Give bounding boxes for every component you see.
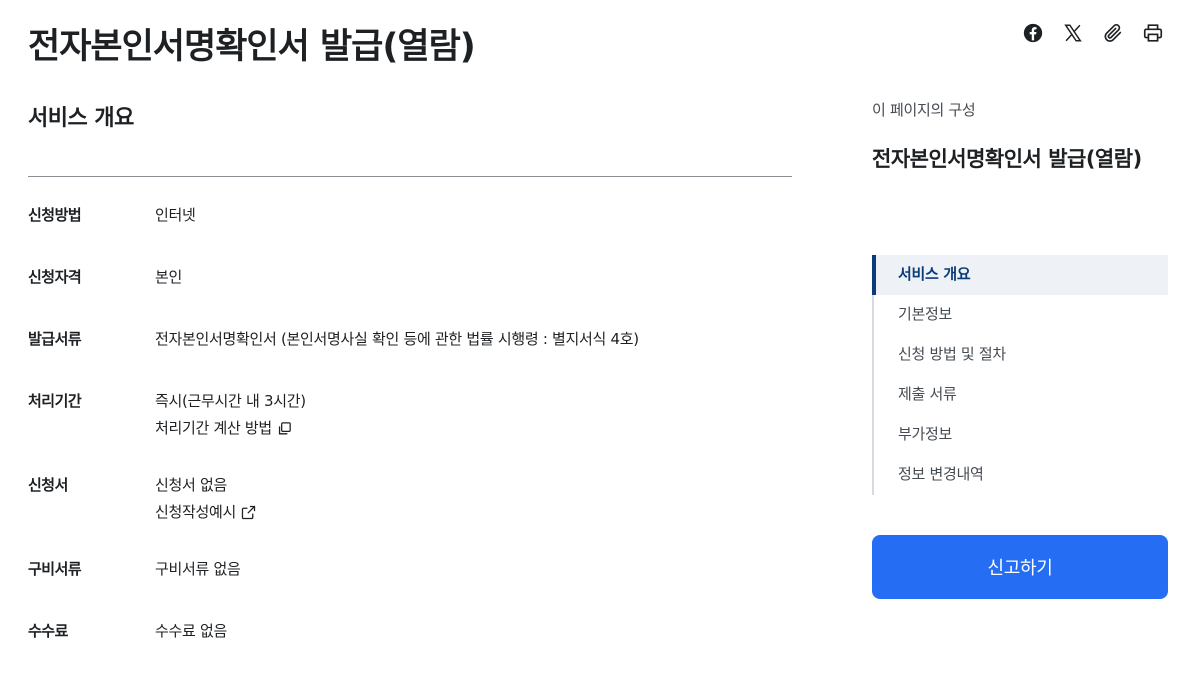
- share-toolbar: [1022, 20, 1164, 46]
- toc-item-application-procedure[interactable]: 신청 방법 및 절차: [874, 335, 1168, 375]
- paperclip-icon: [1104, 23, 1122, 42]
- service-overview-list: 신청방법 인터넷 신청자격 본인 발급서류 전자본인서명확인서 (본인서명사실 …: [28, 190, 792, 668]
- info-label: 구비서류: [28, 560, 82, 578]
- link-label: 처리기간 계산 방법: [155, 419, 272, 437]
- info-label: 발급서류: [28, 330, 82, 348]
- info-label: 신청방법: [28, 206, 82, 224]
- info-value: 수수료 없음: [155, 622, 227, 640]
- application-example-link[interactable]: 신청작성예시: [155, 502, 257, 522]
- section-title: 서비스 개요: [28, 106, 134, 131]
- print-button[interactable]: [1142, 20, 1164, 46]
- report-button[interactable]: 신고하기: [872, 535, 1168, 599]
- page-title: 전자본인서명확인서 발급(열람): [28, 27, 476, 67]
- copy-link-button[interactable]: [1102, 20, 1124, 46]
- toc-item-additional-info[interactable]: 부가정보: [874, 415, 1168, 455]
- info-row-required-documents: 구비서류 구비서류 없음: [28, 544, 792, 606]
- print-icon: [1143, 24, 1163, 42]
- toc-caption: 이 페이지의 구성: [872, 101, 976, 119]
- x-share-button[interactable]: [1062, 20, 1084, 46]
- toc-item-change-history[interactable]: 정보 변경내역: [874, 455, 1168, 495]
- info-value: 구비서류 없음: [155, 560, 241, 578]
- info-row-application-form: 신청서 신청서 없음 신청작성예시: [28, 460, 792, 544]
- info-label: 처리기간: [28, 392, 82, 410]
- toc-item-basic-info[interactable]: 기본정보: [874, 295, 1168, 335]
- info-value: 전자본인서명확인서 (본인서명사실 확인 등에 관한 법률 시행령 : 별지서식…: [155, 330, 639, 348]
- external-link-icon: [241, 505, 256, 519]
- info-row-method: 신청방법 인터넷: [28, 190, 792, 252]
- toc-nav: 서비스 개요 기본정보 신청 방법 및 절차 제출 서류 부가정보 정보 변경내…: [872, 255, 1168, 495]
- info-value: 인터넷: [155, 206, 196, 224]
- info-label: 신청자격: [28, 268, 82, 286]
- copy-icon: [278, 421, 291, 434]
- facebook-icon: [1023, 23, 1043, 43]
- x-icon: [1064, 24, 1082, 42]
- toc-title: 전자본인서명확인서 발급(열람): [872, 147, 1142, 171]
- processing-time-calc-link[interactable]: 처리기간 계산 방법: [155, 418, 293, 438]
- toc-item-submission-documents[interactable]: 제출 서류: [874, 375, 1168, 415]
- info-row-document: 발급서류 전자본인서명확인서 (본인서명사실 확인 등에 관한 법률 시행령 :…: [28, 314, 792, 376]
- info-label: 수수료: [28, 622, 68, 640]
- facebook-share-button[interactable]: [1022, 20, 1044, 46]
- info-label: 신청서: [28, 476, 68, 494]
- info-row-fee: 수수료 수수료 없음: [28, 606, 792, 668]
- info-row-eligibility: 신청자격 본인: [28, 252, 792, 314]
- info-value: 본인: [155, 268, 183, 286]
- toc-item-service-overview[interactable]: 서비스 개요: [872, 255, 1168, 295]
- info-row-processing-time: 처리기간 즉시(근무시간 내 3시간) 처리기간 계산 방법: [28, 376, 792, 460]
- link-label: 신청작성예시: [155, 503, 237, 521]
- section-divider: [28, 176, 792, 177]
